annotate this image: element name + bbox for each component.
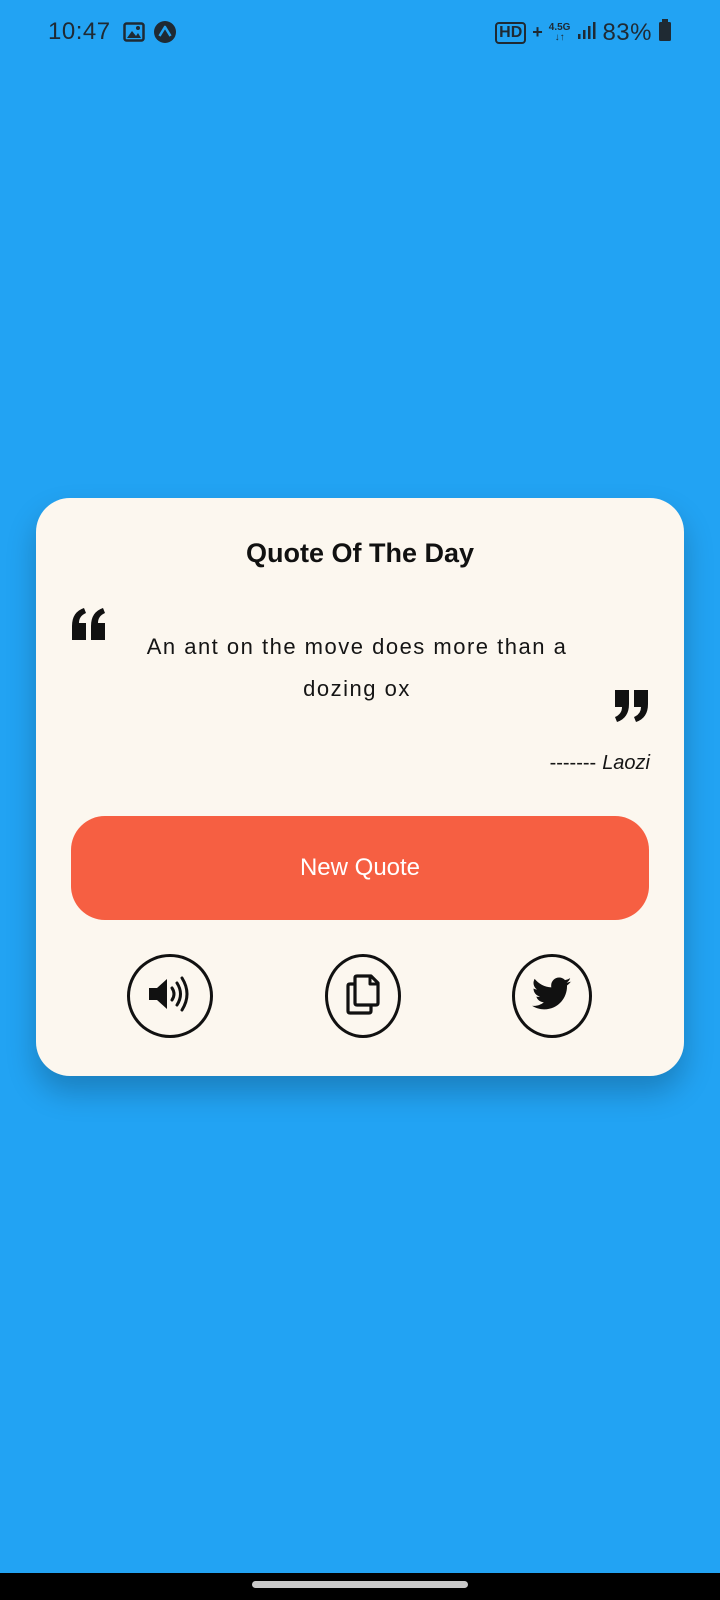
network-activity: ↓↑: [554, 31, 565, 43]
signal-icon: [576, 20, 596, 45]
copy-icon: [345, 973, 381, 1020]
new-quote-button[interactable]: New Quote: [71, 816, 649, 920]
app-notification-icon: [153, 20, 177, 49]
status-bar: 10:47 HD + 4.5G ↓↑ 83%: [0, 0, 720, 64]
author-dash: -------: [549, 752, 597, 774]
hd-voice-indicator: HD: [495, 21, 527, 44]
status-system-icons: HD + 4.5G ↓↑ 83%: [495, 18, 672, 47]
battery-icon: [658, 18, 672, 47]
close-quote-icon: [612, 688, 650, 724]
card-title: Quote Of The Day: [245, 538, 475, 568]
home-gesture-handle[interactable]: [252, 1581, 468, 1588]
battery-percentage: 83%: [602, 18, 652, 46]
volte-indicator: +: [532, 22, 543, 42]
quote-card: Quote Of The Day An ant on the move does…: [36, 498, 684, 1076]
twitter-icon: [531, 977, 572, 1016]
network-type: 4.5G ↓↑: [549, 22, 571, 43]
speak-button[interactable]: [127, 954, 213, 1038]
author-name: Laozi: [602, 752, 650, 774]
speaker-icon: [147, 974, 193, 1019]
quote-text: An ant on the move does more than a dozi…: [146, 634, 568, 701]
open-quote-icon: [70, 606, 108, 642]
status-notification-icons: [123, 20, 177, 49]
tweet-button[interactable]: [512, 954, 592, 1038]
quote-author: ------- Laozi: [550, 752, 650, 775]
copy-button[interactable]: [325, 954, 401, 1038]
navigation-bar: [0, 1573, 720, 1600]
status-time: 10:47: [48, 18, 111, 45]
image-icon: [123, 21, 145, 48]
